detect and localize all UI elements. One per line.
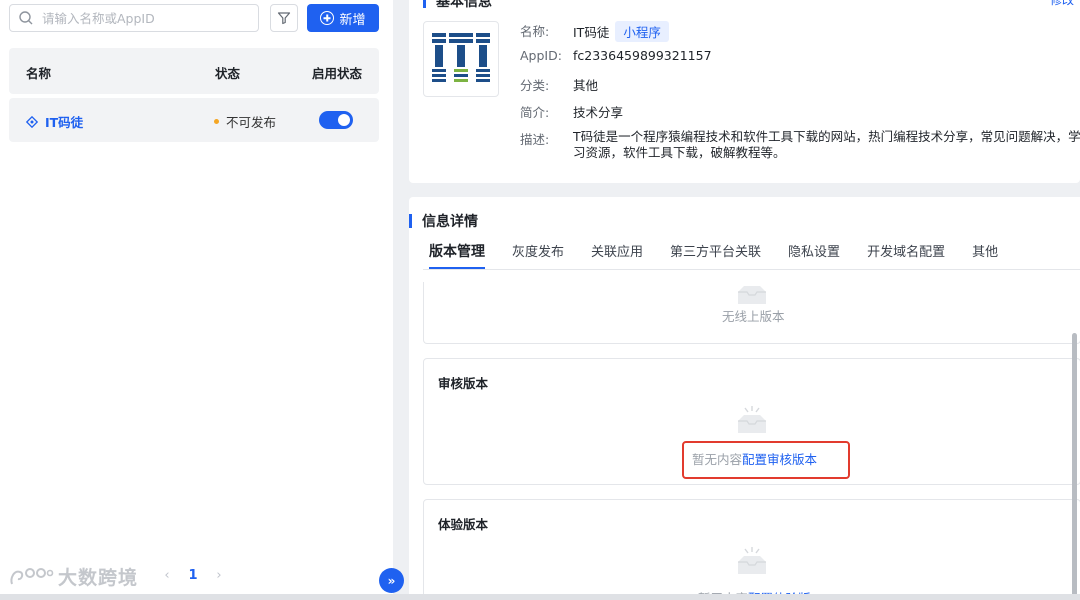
tab-third-party[interactable]: 第三方平台关联 — [670, 241, 761, 269]
detail-tabs: 版本管理 灰度发布 关联应用 第三方平台关联 隐私设置 开发域名配置 其他 — [429, 241, 1025, 269]
basic-info-card: 基本信息 修改 名称: IT码徒 小程序 AppID: fc2336459899… — [409, 0, 1080, 183]
tab-other[interactable]: 其他 — [972, 241, 998, 269]
trial-version-title: 体验版本 — [438, 517, 489, 532]
collapse-panel-button[interactable]: » — [379, 568, 404, 593]
name-value: IT码徒 — [573, 25, 610, 40]
app-name: IT码徒 — [45, 115, 84, 130]
empty-box-icon — [738, 406, 766, 433]
review-version-title: 审核版本 — [438, 376, 489, 391]
details-title-text: 信息详情 — [422, 214, 478, 230]
watermark: 大数跨境 — [8, 563, 138, 590]
app-logo — [423, 21, 499, 97]
online-version-box: 无线上版本 — [423, 282, 1080, 344]
empty-box-icon — [738, 547, 766, 574]
appid-value: fc2336459899321157 — [573, 48, 712, 63]
prev-page-button[interactable]: ‹ — [160, 568, 174, 583]
double-chevron-right-icon: » — [387, 573, 396, 588]
status-text: 不可发布 — [226, 115, 277, 130]
details-title: 信息详情 — [409, 211, 478, 231]
column-status: 状态 — [215, 66, 241, 81]
tab-dev-domain[interactable]: 开发域名配置 — [867, 241, 945, 269]
next-page-button[interactable]: › — [212, 568, 226, 583]
filter-icon — [277, 12, 291, 25]
category-value: 其他 — [573, 78, 599, 93]
iti-logo-icon — [432, 33, 490, 82]
search-input[interactable] — [42, 10, 242, 26]
watermark-text: 大数跨境 — [58, 567, 139, 589]
name-label: 名称: — [520, 24, 550, 39]
type-tag: 小程序 — [615, 21, 669, 42]
edit-link[interactable]: 修改 — [1050, 0, 1074, 8]
intro-value: 技术分享 — [573, 105, 624, 120]
plus-circle-icon — [320, 11, 335, 25]
trial-version-box: 体验版本 暂无内容配置体验版 — [423, 499, 1080, 600]
watermark-logo-icon — [10, 567, 54, 584]
tab-linked-apps[interactable]: 关联应用 — [591, 241, 643, 269]
table-header: 名称 状态 启用状态 — [9, 48, 379, 94]
tab-divider — [423, 269, 1080, 270]
app-name-link[interactable]: IT码徒 — [26, 112, 83, 131]
pagination: ‹ 1 › — [160, 568, 226, 583]
review-version-box: 审核版本 暂无内容配置审核版本 — [423, 358, 1080, 485]
section-bar — [423, 0, 426, 8]
bottom-strip — [0, 594, 1080, 600]
desc-label: 描述: — [520, 132, 550, 147]
details-card: 信息详情 版本管理 灰度发布 关联应用 第三方平台关联 隐私设置 开发域名配置 … — [409, 197, 1080, 600]
category-label: 分类: — [520, 78, 550, 93]
name-value-wrap: IT码徒 小程序 — [573, 21, 669, 42]
enable-toggle[interactable] — [319, 111, 353, 129]
intro-label: 简介: — [520, 105, 550, 120]
table-row[interactable]: IT码徒 不可发布 — [9, 98, 379, 142]
status-badge: 不可发布 — [214, 112, 276, 131]
status-dot — [214, 119, 219, 124]
section-bar — [409, 214, 412, 228]
empty-box-icon — [738, 286, 766, 304]
search-box[interactable] — [9, 4, 259, 32]
column-name: 名称 — [26, 66, 52, 81]
app-list-panel: 新增 名称 状态 启用状态 IT码徒 不可发布 大数跨境 ‹ 1 › — [0, 0, 393, 600]
diamond-icon — [26, 115, 38, 128]
desc-value: T码徒是一个程序猿编程技术和软件工具下载的网站，热门编程技术分享，常见问题解决，… — [573, 129, 1080, 160]
search-icon — [19, 11, 33, 25]
appid-label: AppID: — [520, 48, 562, 63]
add-button-label: 新增 — [339, 12, 366, 28]
online-empty-text: 无线上版本 — [722, 309, 785, 324]
scrollbar[interactable] — [1072, 333, 1077, 599]
tab-privacy[interactable]: 隐私设置 — [788, 241, 840, 269]
basic-info-title: 基本信息 — [423, 0, 492, 11]
add-button[interactable]: 新增 — [307, 4, 379, 32]
filter-button[interactable] — [270, 4, 298, 32]
basic-info-title-text: 基本信息 — [436, 0, 492, 10]
tab-gray-release[interactable]: 灰度发布 — [512, 241, 564, 269]
column-enabled: 启用状态 — [312, 66, 363, 81]
tab-version-management[interactable]: 版本管理 — [429, 241, 485, 269]
highlight-box — [682, 441, 850, 479]
page-number[interactable]: 1 — [174, 568, 212, 583]
